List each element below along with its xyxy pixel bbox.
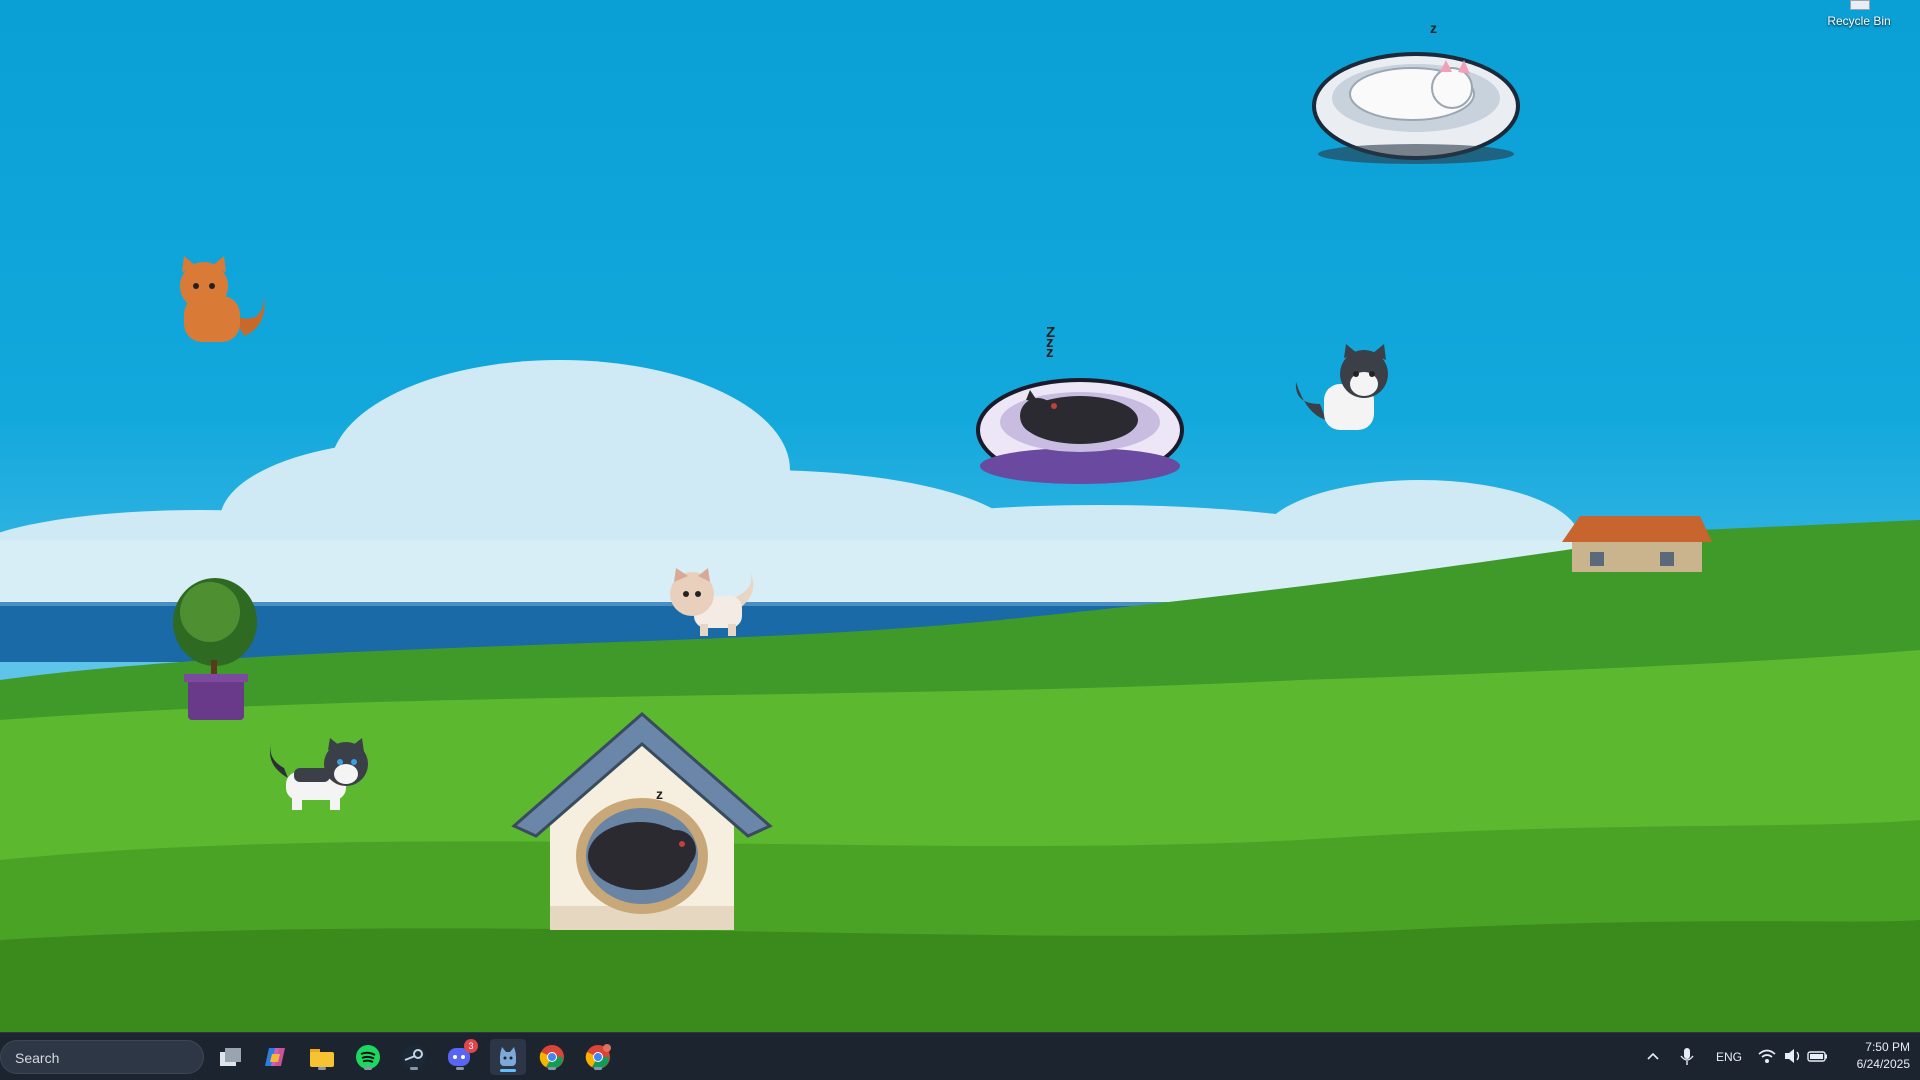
recycle-bin-icon	[1850, 0, 1870, 10]
chevron-up-icon	[1647, 1052, 1659, 1060]
wifi-icon	[1758, 1049, 1776, 1063]
wallpaper-scene	[0, 360, 1920, 1032]
sleep-mark: z	[656, 786, 663, 802]
recycle-bin-label: Recycle Bin	[1827, 14, 1891, 28]
folder-icon	[310, 1049, 334, 1067]
clock-time: 7:50 PM	[1865, 1040, 1910, 1054]
battery-icon	[1807, 1051, 1827, 1062]
cat-bed-white[interactable]	[1312, 46, 1520, 164]
microphone-icon	[1680, 1048, 1694, 1065]
copilot-icon	[265, 1048, 285, 1066]
cat-house[interactable]	[510, 710, 774, 940]
volume-icon	[1785, 1049, 1800, 1063]
taskbar: Search 3 ENG 7:50 PM 6/24/2025	[0, 1032, 1920, 1080]
discord-button[interactable]: 3	[444, 1039, 478, 1073]
copilot-button[interactable]	[260, 1041, 292, 1073]
recycle-bin[interactable]: Recycle Bin	[1814, 0, 1904, 40]
spotify-button[interactable]	[352, 1041, 384, 1073]
chrome-profile-button[interactable]	[582, 1041, 614, 1073]
cream-cat[interactable]	[664, 568, 760, 640]
sleep-mark: z	[1430, 20, 1437, 36]
wifi-button[interactable]	[1756, 1045, 1780, 1067]
desktop-pet-app-button[interactable]	[490, 1039, 526, 1075]
file-explorer-button[interactable]	[306, 1041, 338, 1073]
pet-app-icon	[500, 1047, 516, 1066]
microphone-button[interactable]	[1676, 1045, 1698, 1067]
orange-cat[interactable]	[164, 256, 274, 346]
notification-badge: 3	[464, 1039, 478, 1053]
show-hidden-icons-button[interactable]	[1642, 1045, 1664, 1067]
battery-button[interactable]	[1806, 1045, 1830, 1067]
clock[interactable]: 7:50 PM 6/24/2025	[1838, 1040, 1910, 1071]
desktop-background: z Zzz z Recycle Bin	[0, 0, 1920, 1032]
language-indicator[interactable]: ENG	[1716, 1050, 1742, 1064]
tuxedo-cat-sitting[interactable]	[1290, 344, 1400, 434]
task-view-button[interactable]	[214, 1041, 246, 1073]
search-placeholder: Search	[15, 1050, 60, 1066]
cat-bed-purple[interactable]	[976, 370, 1184, 488]
chrome-button[interactable]	[536, 1041, 568, 1073]
clock-date: 6/24/2025	[1856, 1057, 1910, 1071]
hillside-house	[1562, 516, 1712, 572]
tuxedo-cat-walking[interactable]	[264, 738, 374, 814]
task-view-icon	[220, 1048, 241, 1066]
sleep-mark: Zzz	[1046, 324, 1056, 361]
steam-button[interactable]	[398, 1041, 430, 1073]
taskbar-search-box[interactable]: Search	[0, 1040, 204, 1074]
volume-button[interactable]	[1782, 1045, 1804, 1067]
